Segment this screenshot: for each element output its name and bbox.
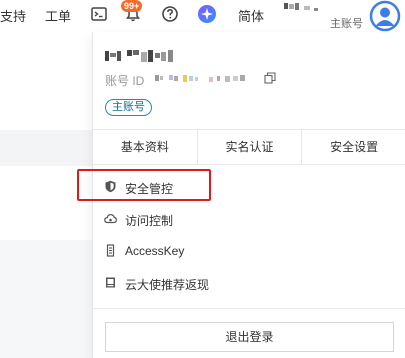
account-id-label: 账号 ID [105, 74, 145, 88]
tab-security-settings[interactable]: 安全设置 [302, 130, 405, 164]
role-badge: 主账号 [105, 99, 152, 116]
gift-icon [106, 277, 115, 288]
highlight-annotation [77, 169, 211, 201]
cloud-icon [104, 213, 117, 224]
top-navigation-bar: 支持 工单 99+ 简体 主账号 [0, 0, 405, 32]
username-redacted [284, 3, 318, 11]
menu-item-label: 云大使推荐返现 [125, 278, 210, 292]
menu-item-accesskey[interactable]: AccessKey [93, 235, 405, 267]
divider [93, 164, 405, 165]
tab-real-name-auth[interactable]: 实名认证 [198, 130, 303, 164]
ai-assistant-icon[interactable] [197, 4, 217, 24]
key-icon [106, 244, 115, 257]
menu-item-cloud-ambassador[interactable]: 云大使推荐返现 [93, 267, 405, 299]
account-name-redacted [105, 50, 173, 62]
support-link[interactable]: 支持 [0, 6, 26, 25]
divider [93, 308, 405, 309]
menu-item-label: AccessKey [125, 244, 185, 258]
terminal-icon[interactable] [90, 5, 108, 23]
copy-icon[interactable] [264, 72, 276, 84]
logout-button[interactable]: 退出登录 [105, 322, 394, 352]
account-tabs: 基本资料 实名认证 安全设置 [93, 130, 405, 164]
tab-basic-info[interactable]: 基本资料 [93, 130, 198, 164]
menu-item-label: 访问控制 [125, 214, 174, 228]
help-icon[interactable] [161, 5, 179, 23]
ticket-link[interactable]: 工单 [45, 6, 71, 25]
language-switch[interactable]: 简体 [238, 6, 264, 25]
notification-badge: 99+ [121, 0, 143, 12]
avatar[interactable] [369, 0, 401, 32]
menu-item-access-control[interactable]: 访问控制 [93, 203, 405, 235]
background-row [0, 130, 92, 166]
background-row [0, 240, 92, 358]
account-id-redacted [155, 75, 245, 82]
account-role-label: 主账号 [330, 18, 363, 30]
